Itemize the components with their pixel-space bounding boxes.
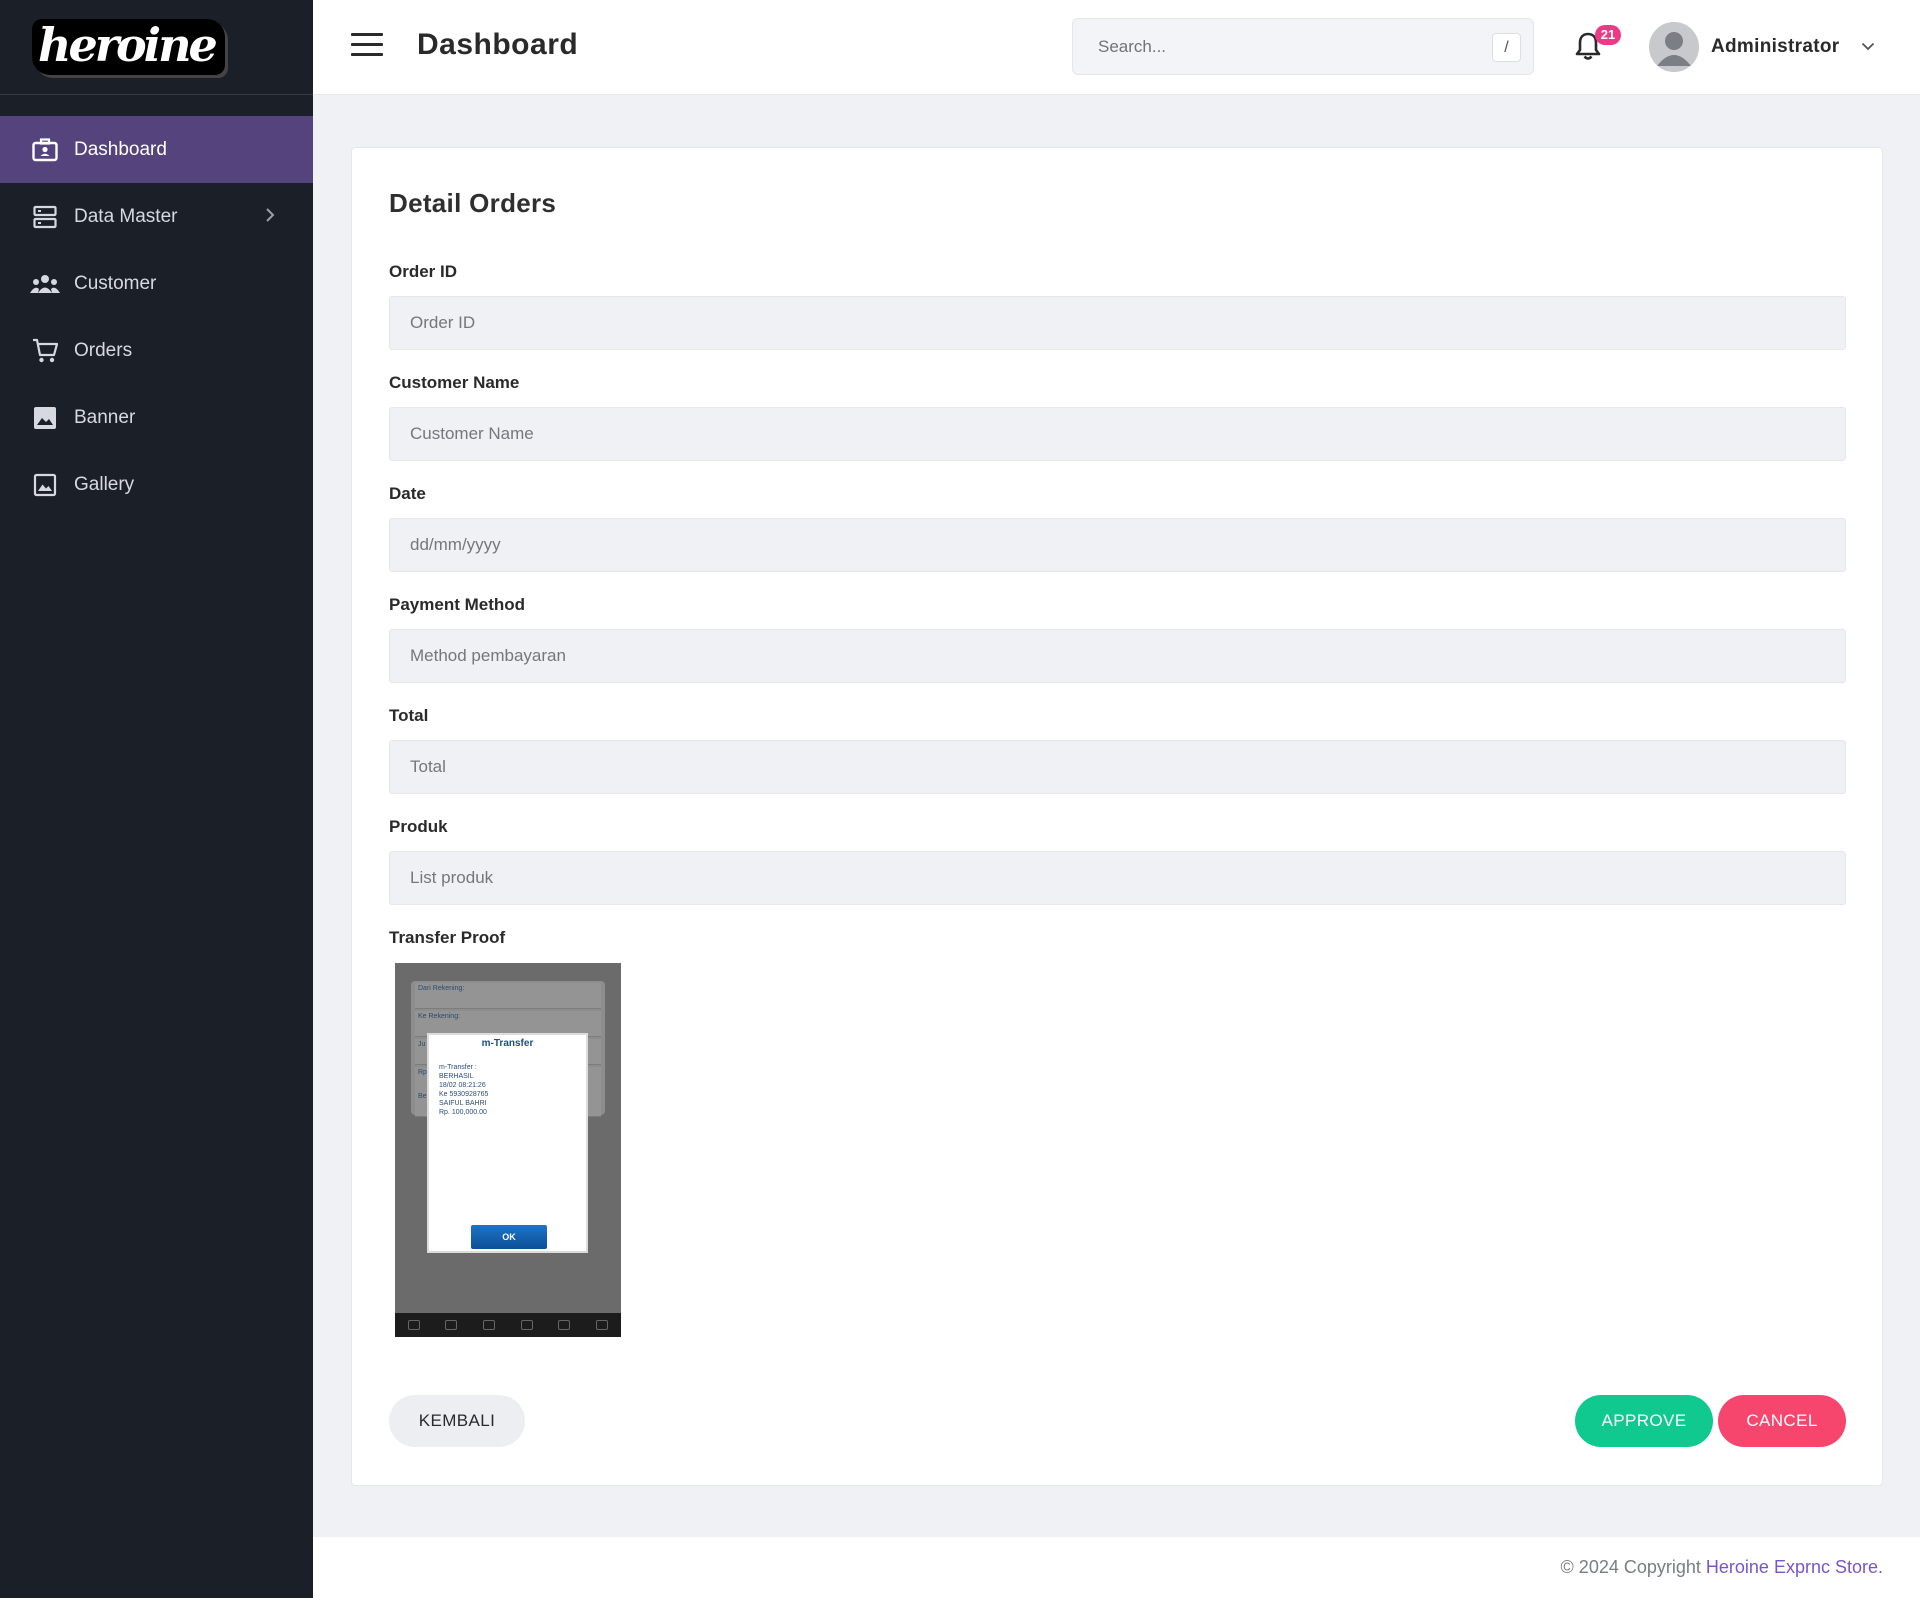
dashboard-icon: [30, 135, 60, 165]
footer: © 2024 Copyright Heroine Exprnc Store.: [313, 1537, 1920, 1598]
menu-toggle-icon[interactable]: [351, 33, 383, 59]
search-shortcut-key: /: [1492, 33, 1521, 62]
sidebar: heroine Dashboard Data Master Customer O…: [0, 0, 313, 1598]
tab-icon: [520, 1320, 533, 1330]
payment-method-field-group: Payment Method: [389, 595, 1846, 683]
sidebar-item-label: Banner: [74, 406, 136, 428]
produk-field-group: Produk: [389, 817, 1846, 905]
brand-logo[interactable]: heroine: [32, 19, 225, 75]
total-field[interactable]: [389, 740, 1846, 794]
field-label: Customer Name: [389, 373, 520, 392]
sidebar-item-gallery[interactable]: Gallery: [0, 451, 313, 518]
tab-icon: [445, 1320, 458, 1330]
transfer-proof-label: Transfer Proof: [389, 928, 506, 947]
tab-icon: [407, 1320, 420, 1330]
page-title: Dashboard: [417, 28, 579, 61]
sidebar-item-label: Gallery: [74, 473, 135, 495]
back-button[interactable]: KEMBALI: [389, 1395, 525, 1447]
date-field-group: Date: [389, 484, 1846, 572]
sidebar-item-banner[interactable]: Banner: [0, 384, 313, 451]
copyright: © 2024 Copyright Heroine Exprnc Store.: [1561, 1557, 1883, 1578]
sidebar-nav: Dashboard Data Master Customer Orders Ba…: [0, 116, 313, 518]
cancel-button[interactable]: CANCEL: [1718, 1395, 1846, 1447]
date-field[interactable]: [389, 518, 1846, 572]
notification-badge: 21: [1595, 25, 1621, 45]
proof-dialog: m-Transfer m-Transfer : BERHASIL 18/02 0…: [427, 1033, 588, 1253]
approve-button[interactable]: APPROVE: [1575, 1395, 1713, 1447]
copyright-prefix: © 2024 Copyright: [1560, 1557, 1706, 1577]
sidebar-item-customer[interactable]: Customer: [0, 250, 313, 317]
detail-orders-card: Detail Orders Order ID Customer Name Dat…: [351, 147, 1883, 1486]
field-label: Payment Method: [389, 595, 526, 614]
tab-icon: [483, 1320, 496, 1330]
avatar: [1649, 22, 1699, 72]
produk-field[interactable]: [389, 851, 1846, 905]
search-input[interactable]: [1073, 19, 1533, 74]
transfer-proof-image[interactable]: Dari Rekening: Ke Rekening: Ju Rp Be m-T…: [395, 963, 621, 1337]
chevron-down-icon: [1861, 38, 1875, 56]
sidebar-item-data-master[interactable]: Data Master: [0, 183, 313, 250]
order-id-field-group: Order ID: [389, 262, 1846, 350]
cart-icon: [30, 336, 60, 366]
proof-dialog-body: m-Transfer : BERHASIL 18/02 08:21:26 Ke …: [439, 1064, 489, 1116]
tab-icon: [596, 1320, 609, 1330]
top-header: Dashboard / 21 Administrator: [313, 0, 1920, 95]
customer-name-field-group: Customer Name: [389, 373, 1846, 461]
sidebar-item-orders[interactable]: Orders: [0, 317, 313, 384]
image-icon: [30, 403, 60, 433]
user-name: Administrator: [1711, 36, 1840, 57]
search-box: /: [1072, 18, 1534, 75]
proof-row: Dari Rekening:: [415, 983, 601, 1009]
people-icon: [30, 269, 60, 299]
user-menu[interactable]: Administrator: [1649, 20, 1875, 74]
field-label: Produk: [389, 817, 448, 836]
tab-icon: [558, 1320, 571, 1330]
proof-tabbar: [395, 1313, 621, 1337]
chevron-right-icon: [265, 207, 275, 229]
proof-dialog-title: m-Transfer: [481, 1038, 534, 1049]
payment-method-field[interactable]: [389, 629, 1846, 683]
logo-area: heroine: [0, 0, 313, 95]
total-field-group: Total: [389, 706, 1846, 794]
gallery-icon: [30, 470, 60, 500]
order-id-field[interactable]: [389, 296, 1846, 350]
field-label: Order ID: [389, 262, 458, 281]
server-icon: [30, 202, 60, 232]
card-title: Detail Orders: [389, 188, 557, 218]
sidebar-item-dashboard[interactable]: Dashboard: [0, 116, 313, 183]
field-label: Total: [389, 706, 429, 725]
field-label: Date: [389, 484, 426, 503]
sidebar-item-label: Data Master: [74, 205, 178, 227]
sidebar-item-label: Orders: [74, 339, 133, 361]
customer-name-field[interactable]: [389, 407, 1846, 461]
sidebar-item-label: Customer: [74, 272, 157, 294]
sidebar-item-label: Dashboard: [74, 138, 167, 160]
footer-brand-link[interactable]: Heroine Exprnc Store.: [1706, 1557, 1883, 1577]
proof-ok-button: OK: [471, 1225, 547, 1249]
